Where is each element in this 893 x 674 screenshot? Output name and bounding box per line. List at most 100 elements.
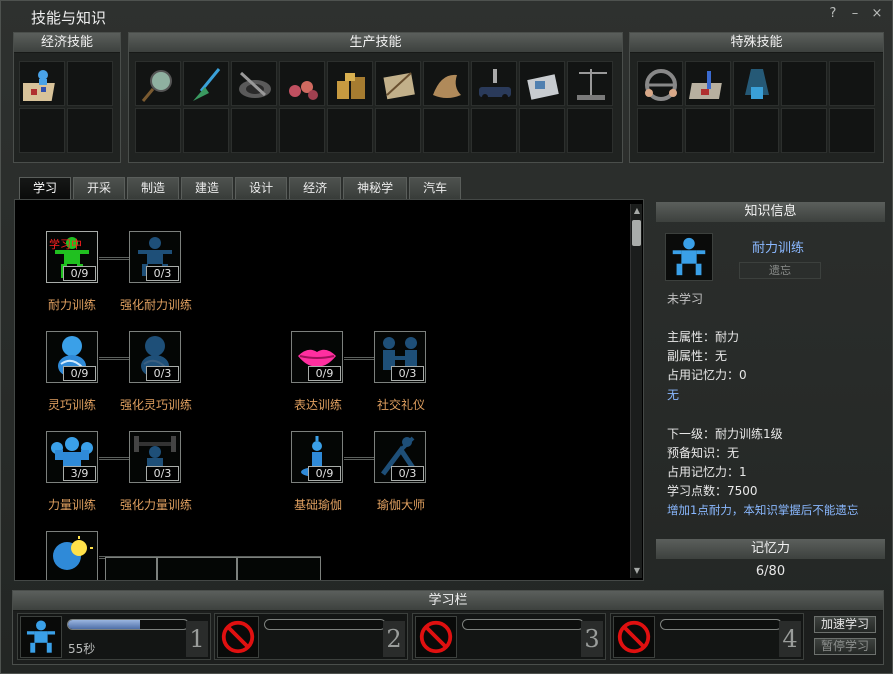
empty-slot[interactable] [781,61,827,106]
learning-progress-bar [462,619,584,630]
empty-slot[interactable] [183,108,229,153]
effect-none: 无 [667,388,680,402]
crates-skill-icon[interactable] [327,61,373,106]
empty-slot[interactable] [733,108,779,153]
learn-points: 学习点数：7500 [667,484,758,498]
node-intelligence-training[interactable] [46,531,98,580]
node-locked[interactable] [237,557,321,580]
knowledge-info-panel: 知识信息 耐力训练 遗忘 未学习 主属性：耐力 副属性：无 占用记忆力：0 无 … [656,202,885,582]
learning-slot-3[interactable]: 3 [412,613,606,660]
scroll-down-icon[interactable]: ▼ [632,566,642,576]
pause-learning-button[interactable]: 暂停学习 [814,638,876,655]
speed-up-learning-button[interactable]: 加速学习 [814,616,876,633]
empty-slot[interactable] [231,108,277,153]
empty-slot[interactable] [685,108,731,153]
empty-slot[interactable] [327,108,373,153]
magnifier-skill-icon[interactable] [135,61,181,106]
learning-progress-fill [68,620,140,629]
empty-slot[interactable] [781,108,827,153]
slot-number: 2 [383,621,405,657]
empty-slot[interactable] [637,108,683,153]
skills-knowledge-window: 技能与知识 ? – × 经济技能 生产技能 特殊技能 学习 开采 制造 建造 设… [0,0,893,674]
node-advanced-agility-training[interactable]: 0/3 [129,331,181,383]
tab-design[interactable]: 设计 [235,177,288,199]
node-agility-training[interactable]: 0/9 [46,331,98,383]
empty-slot[interactable] [567,108,613,153]
node-label: 社交礼仪 [376,398,425,412]
empty-slot[interactable] [67,61,113,106]
node-count: 0/9 [308,466,341,481]
shovel-skill-icon[interactable] [183,61,229,106]
scroll-thumb[interactable] [632,220,641,246]
empty-slot[interactable] [67,108,113,153]
tab-automobile[interactable]: 汽车 [409,177,462,199]
vehicle-workshop-skill-icon[interactable] [471,61,517,106]
knowledge-tree: 学习中 0/9 耐力训练 0/3 强化耐力训练 0/9 灵巧训练 0/3 强化灵… [14,199,644,581]
tab-mining[interactable]: 开采 [73,177,126,199]
leather-skill-icon[interactable] [423,61,469,106]
spotlight-skill-icon[interactable] [733,61,779,106]
node-label: 强化灵巧训练 [119,398,192,412]
empty-slot[interactable] [423,108,469,153]
map-trade-skill-icon[interactable] [19,61,65,106]
minimize-button[interactable]: – [848,7,862,21]
node-basic-yoga[interactable]: 0/9 [291,431,343,483]
main-attribute: 主属性：耐力 [667,330,740,344]
scroll-up-icon[interactable]: ▲ [632,206,642,216]
node-locked[interactable] [105,557,157,580]
learning-tag: 学习中 [49,238,82,251]
tree-connector [344,457,375,460]
close-button[interactable]: × [870,7,884,21]
node-count: 0/3 [146,466,179,481]
category-tabs: 学习 开采 制造 建造 设计 经济 神秘学 汽车 [19,177,462,199]
empty-slot[interactable] [471,108,517,153]
empty-slot[interactable] [829,61,875,106]
crane-skill-icon[interactable] [567,61,613,106]
node-yoga-master[interactable]: 0/3 [374,431,426,483]
tab-construction[interactable]: 建造 [181,177,234,199]
empty-slot[interactable] [19,108,65,153]
design-papers-skill-icon[interactable] [519,61,565,106]
blueprint-skill-icon[interactable] [375,61,421,106]
node-strength-training[interactable]: 3/9 [46,431,98,483]
node-locked[interactable] [157,557,237,580]
tree-connector [344,357,375,360]
empty-slot[interactable] [279,108,325,153]
empty-slot[interactable] [375,108,421,153]
learning-slot-1[interactable]: 55秒 1 [17,613,211,660]
empty-slot-icon [415,616,457,658]
learning-slot-4[interactable]: 4 [610,613,804,660]
node-social-etiquette[interactable]: 0/3 [374,331,426,383]
slot-number: 4 [779,621,801,657]
learning-progress-bar [264,619,386,630]
tab-study[interactable]: 学习 [19,177,72,199]
strategy-map-skill-icon[interactable] [685,61,731,106]
learning-slot-2[interactable]: 2 [214,613,408,660]
tree-connector [99,357,130,360]
selected-skill-name: 耐力训练 [752,241,805,256]
node-stamina-training[interactable]: 学习中 0/9 [46,231,98,283]
node-expression-training[interactable]: 0/9 [291,331,343,383]
stamina-learning-icon [20,616,62,658]
help-button[interactable]: ? [826,7,840,21]
tab-mysticism[interactable]: 神秘学 [343,177,408,199]
tree-connector [99,457,130,460]
node-advanced-stamina-training[interactable]: 0/3 [129,231,181,283]
empty-slot[interactable] [829,108,875,153]
steering-wheel-skill-icon[interactable] [637,61,683,106]
empty-slot[interactable] [519,108,565,153]
tab-manufacturing[interactable]: 制造 [127,177,180,199]
memory-used: 占用记忆力：0 [667,368,747,382]
ore-skill-icon[interactable] [279,61,325,106]
wrench-tools-skill-icon[interactable] [231,61,277,106]
production-skills-panel: 生产技能 [128,32,623,163]
forget-button[interactable]: 遗忘 [739,262,821,279]
sub-attribute: 副属性：无 [667,349,728,363]
node-advanced-strength-training[interactable]: 0/3 [129,431,181,483]
tab-economy[interactable]: 经济 [289,177,342,199]
memory-header: 记忆力 [656,539,885,559]
empty-slot[interactable] [135,108,181,153]
window-title: 技能与知识 [31,9,107,27]
prerequisite: 预备知识：无 [667,446,740,460]
tree-scrollbar[interactable]: ▲ ▼ [630,204,642,578]
